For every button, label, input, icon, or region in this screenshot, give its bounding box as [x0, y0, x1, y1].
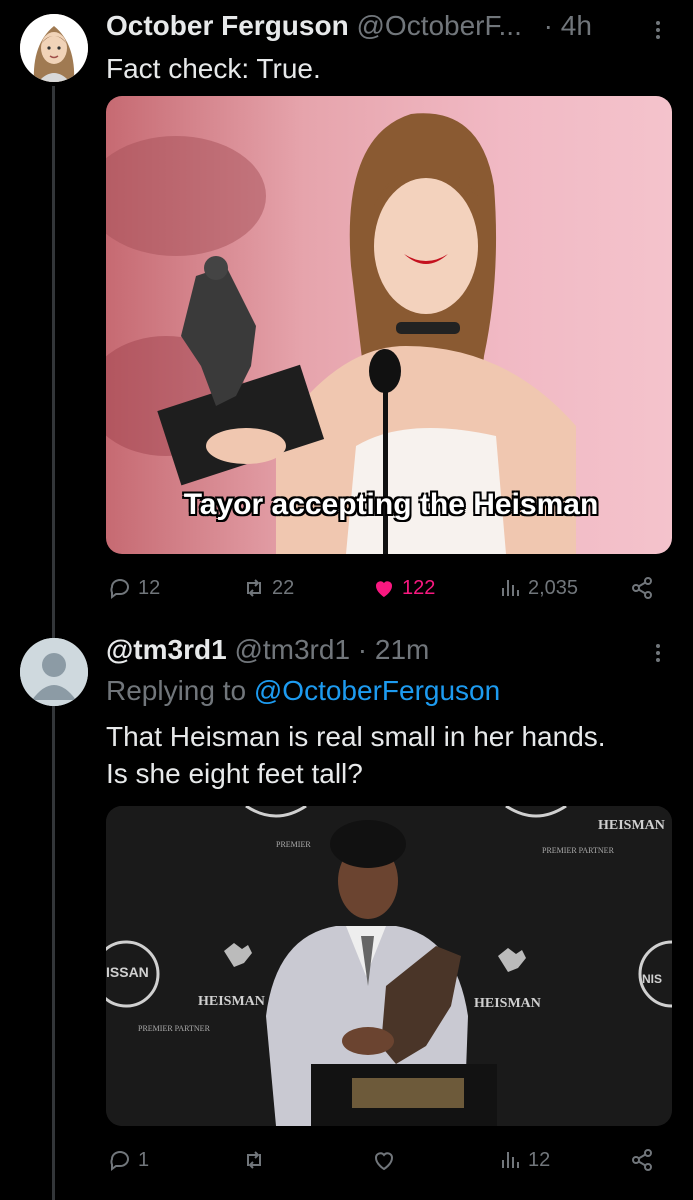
timestamp[interactable]: · 4h	[544, 10, 592, 41]
handle[interactable]: @OctoberF...	[356, 10, 521, 41]
retweet-button[interactable]	[242, 1148, 266, 1172]
views-count: 2,035	[528, 576, 579, 599]
tweet-media-image[interactable]: Tayor accepting the Heisman	[106, 96, 672, 554]
reply-count: 1	[138, 1148, 150, 1171]
tweet-text-line-1: That Heisman is real small in her hands.	[106, 721, 606, 752]
nissan-right-backdrop-text: NIS	[642, 972, 663, 986]
like-count: 122	[402, 576, 436, 599]
tweet-media-image[interactable]: HEISMAN PREMIER PARTNER PREMIER ISSAN NI…	[106, 806, 672, 1126]
nissan-backdrop-text: ISSAN	[106, 964, 149, 980]
reply-icon	[110, 579, 129, 599]
views-button[interactable]: 12	[498, 1148, 550, 1172]
reply-icon	[110, 1151, 129, 1171]
premier-backdrop-text: PREMIER	[276, 840, 311, 849]
replying-to: Replying to @OctoberFerguson	[106, 672, 500, 709]
reply-button[interactable]: 12	[108, 576, 160, 600]
views-count: 12	[528, 1148, 551, 1171]
avatar-illustration	[20, 14, 88, 82]
default-avatar-icon	[20, 638, 88, 706]
tweet-text: That Heisman is real small in her hands.…	[106, 718, 606, 792]
share-button[interactable]	[630, 1148, 654, 1172]
replying-prefix: Replying to	[106, 675, 247, 706]
display-name[interactable]: October Ferguson	[106, 10, 349, 41]
like-icon	[375, 1152, 393, 1171]
media-caption: Tayor accepting the Heisman	[183, 488, 599, 521]
photo-illustration	[106, 113, 576, 554]
views-icon	[502, 580, 519, 596]
share-button[interactable]	[630, 576, 654, 600]
views-button[interactable]: 2,035	[498, 576, 578, 600]
replying-to-link[interactable]: @OctoberFerguson	[254, 675, 500, 706]
heisman-left-backdrop-text: HEISMAN	[198, 994, 265, 1009]
share-icon	[632, 1149, 652, 1171]
partner-backdrop-text: PREMIER PARTNER	[542, 846, 614, 855]
tweet-text: Fact check: True.	[106, 53, 321, 84]
reply-button[interactable]: 1	[108, 1148, 149, 1172]
retweet-icon	[247, 579, 261, 597]
retweet-count: 22	[272, 576, 295, 599]
like-icon	[375, 581, 393, 597]
tweet-text-line-2: Is she eight feet tall?	[106, 758, 363, 789]
share-icon	[632, 577, 652, 599]
more-icon[interactable]	[654, 18, 662, 42]
handle-timestamp[interactable]: @tm3rd1 · 21m	[234, 634, 429, 665]
partner-left-backdrop-text: PREMIER PARTNER	[138, 1024, 210, 1033]
like-button[interactable]	[372, 1148, 396, 1172]
heisman-right-backdrop-text: HEISMAN	[474, 996, 541, 1011]
reply-count: 12	[138, 576, 161, 599]
avatar[interactable]	[20, 14, 88, 82]
retweet-icon	[247, 1151, 261, 1169]
tweet-header: @tm3rd1 @tm3rd1 · 21m	[106, 634, 429, 666]
display-name[interactable]: @tm3rd1	[106, 634, 227, 665]
retweet-button[interactable]: 22	[242, 576, 294, 600]
heisman-backdrop-text: HEISMAN	[598, 818, 665, 833]
avatar[interactable]	[20, 638, 88, 706]
more-icon[interactable]	[654, 641, 662, 665]
tweet-header: October Ferguson @OctoberF... · 4h	[106, 10, 592, 42]
views-icon	[502, 1152, 519, 1168]
like-button[interactable]: 122	[372, 576, 435, 600]
